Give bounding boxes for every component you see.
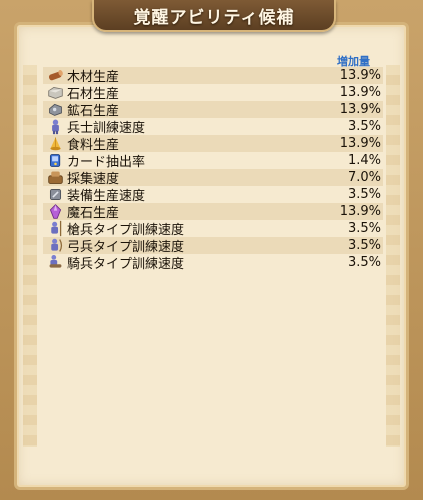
ability-row: 装備生産速度 3.5% (43, 186, 383, 204)
ability-row: 木材生産 13.9% (43, 67, 383, 85)
ability-value: 1.4% (347, 153, 381, 168)
ore-icon (47, 101, 64, 118)
ability-value: 7.0% (347, 170, 381, 185)
spearman-icon (47, 220, 64, 237)
ability-row: 魔石生産 13.9% (43, 203, 383, 221)
stone-block-icon (47, 84, 64, 101)
gacha-icon (47, 152, 64, 169)
magic-stone-icon (47, 203, 64, 220)
ability-list: 木材生産 13.9% 石材生産 13.9% 鉱石生産 13.9% 兵士訓練速度 3.5% 食料生… (43, 67, 383, 272)
ability-label: 騎兵タイプ訓練速度 (67, 257, 185, 272)
ability-row: 石材生産 13.9% (43, 84, 383, 102)
ability-value: 3.5% (347, 255, 381, 270)
food-icon (47, 135, 64, 152)
ability-row: 食料生産 13.9% (43, 135, 383, 153)
equipment-icon (47, 186, 64, 203)
ability-value: 13.9% (339, 204, 381, 219)
ability-row: 採集速度 7.0% (43, 169, 383, 187)
ability-value: 13.9% (339, 68, 381, 83)
ability-value: 13.9% (339, 102, 381, 117)
ability-row: カード抽出率 1.4% (43, 152, 383, 170)
title-banner: 覚醒アビリティ候補 (92, 0, 336, 32)
ability-row: 弓兵タイプ訓練速度 3.5% (43, 237, 383, 255)
dialog-title: 覚醒アビリティ候補 (133, 7, 295, 28)
ability-value: 3.5% (347, 221, 381, 236)
ability-value: 3.5% (347, 187, 381, 202)
ability-row: 騎兵タイプ訓練速度 3.5% (43, 254, 383, 272)
ability-row: 鉱石生産 13.9% (43, 101, 383, 119)
left-decoration (23, 65, 37, 447)
cavalry-icon (47, 254, 64, 271)
ability-value: 13.9% (339, 85, 381, 100)
right-decoration (386, 65, 400, 447)
soldier-icon (47, 118, 64, 135)
dialog-frame: 覚醒アビリティ候補 増加量 木材生産 13.9% 石材生産 13.9% 鉱石生産 13.9… (0, 0, 423, 500)
ability-list-panel: 増加量 木材生産 13.9% 石材生産 13.9% 鉱石生産 13.9% 兵士訓練速度 3.5… (14, 22, 409, 490)
ability-value: 3.5% (347, 119, 381, 134)
archer-icon (47, 237, 64, 254)
wood-log-icon (47, 67, 64, 84)
ability-row: 槍兵タイプ訓練速度 3.5% (43, 220, 383, 238)
gathering-icon (47, 169, 64, 186)
ability-value: 13.9% (339, 136, 381, 151)
ability-row: 兵士訓練速度 3.5% (43, 118, 383, 136)
ability-value: 3.5% (347, 238, 381, 253)
